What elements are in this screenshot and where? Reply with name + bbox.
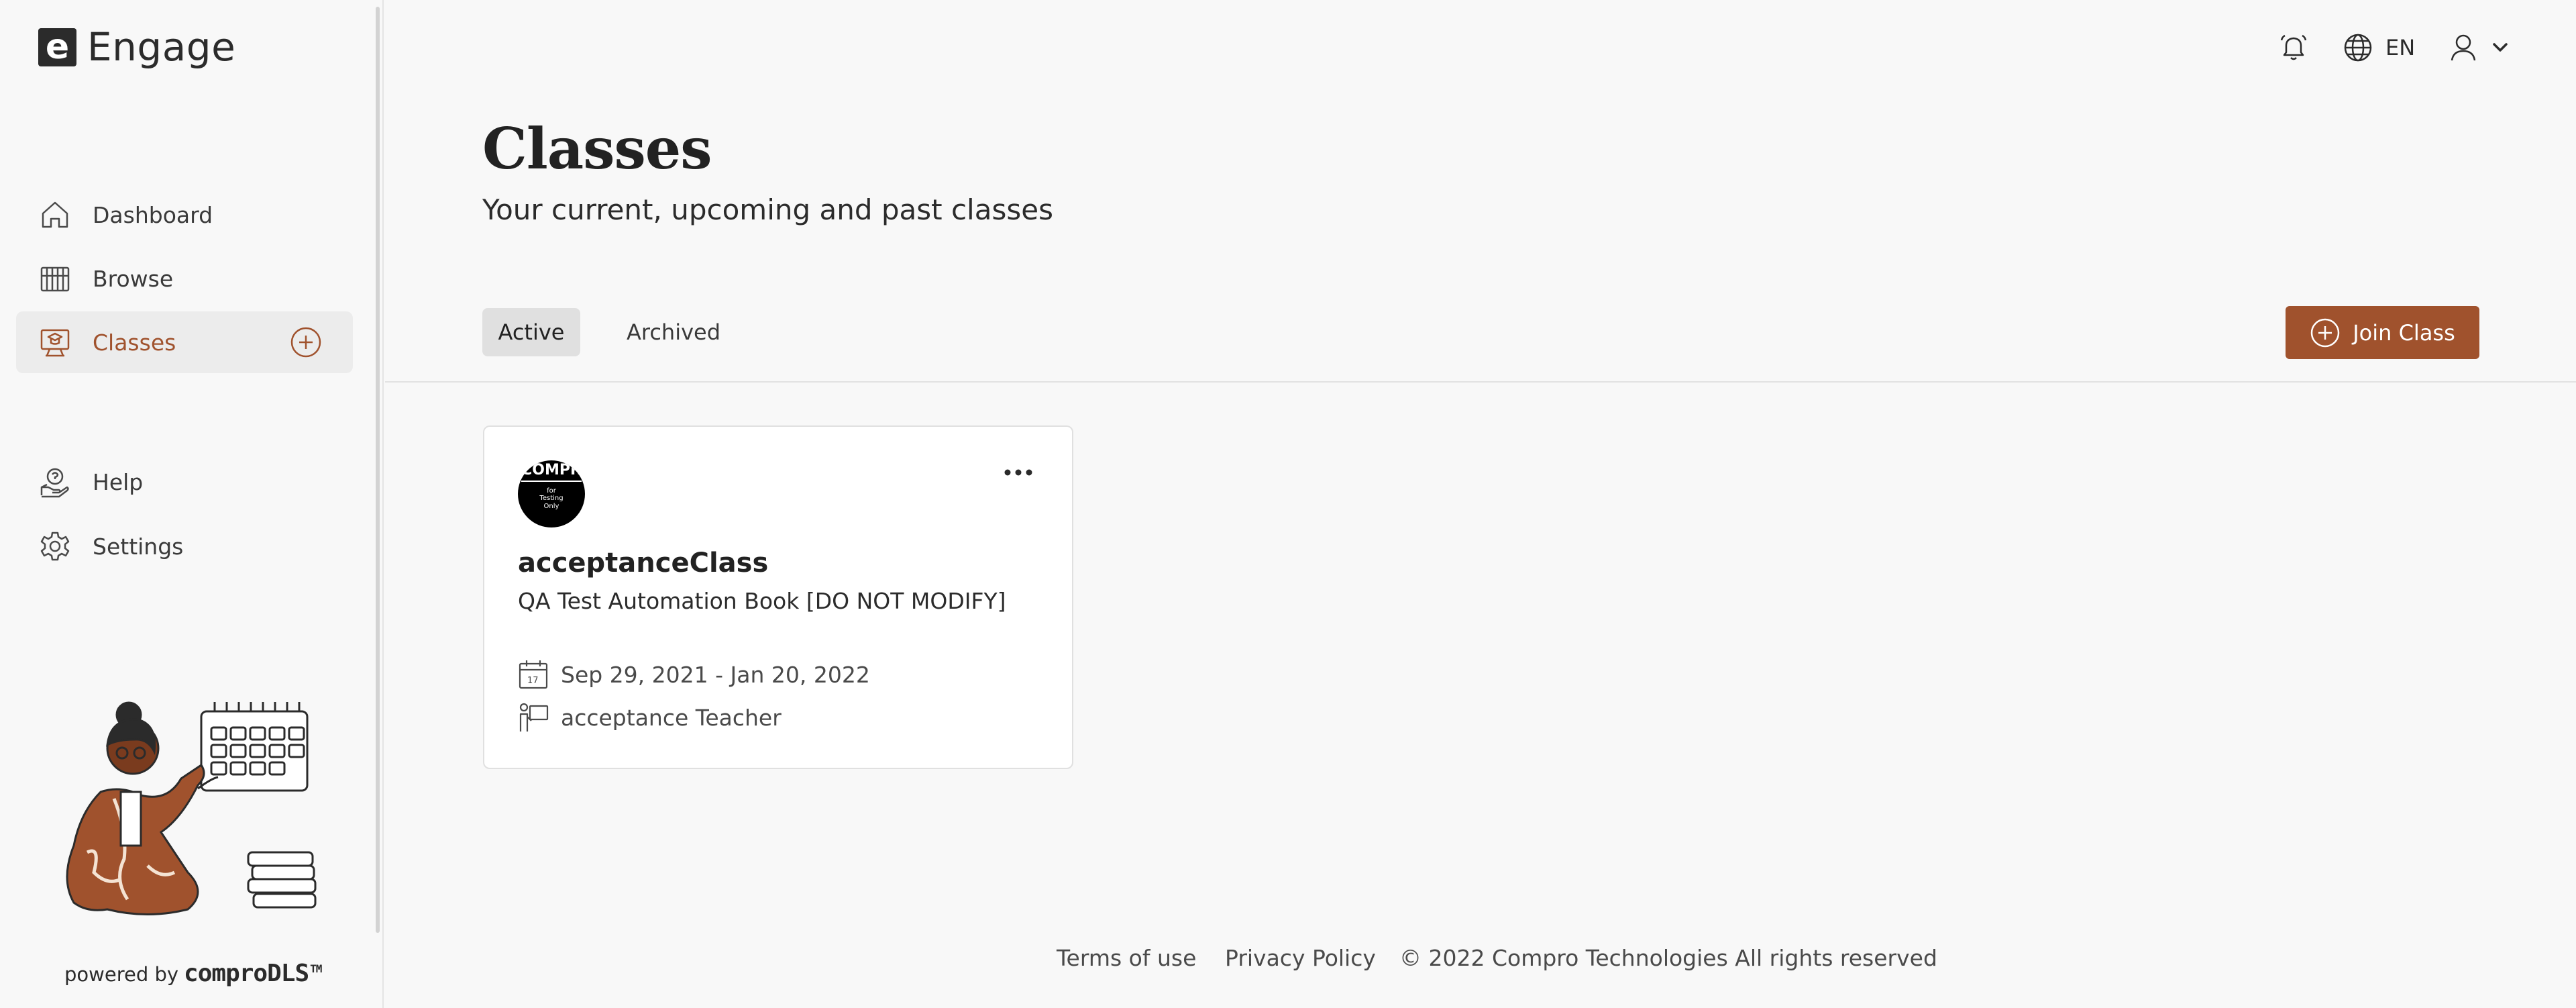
gear-icon: [38, 529, 72, 564]
user-icon[interactable]: [2449, 32, 2478, 64]
tabs-divider: [385, 381, 2576, 383]
sidebar-item-label: Classes: [93, 329, 176, 356]
home-icon: [38, 197, 72, 232]
sidebar-item-label: Dashboard: [93, 201, 213, 228]
sidebar-item-dashboard[interactable]: Dashboard: [16, 184, 353, 246]
page-subtitle: Your current, upcoming and past classes: [482, 193, 1053, 226]
class-teacher-text: acceptance Teacher: [561, 704, 782, 731]
calendar-icon: 17: [518, 659, 549, 690]
privacy-link[interactable]: Privacy Policy: [1225, 945, 1376, 971]
sidebar-item-classes[interactable]: Classes: [16, 311, 353, 373]
class-name[interactable]: acceptanceClass: [518, 548, 768, 578]
brand-text: comproDLS: [184, 960, 309, 987]
chevron-down-icon[interactable]: [2490, 39, 2510, 58]
add-class-icon[interactable]: [290, 326, 322, 358]
sidebar-item-browse[interactable]: Browse: [16, 248, 353, 309]
teacher-illustration: [47, 678, 329, 926]
class-card[interactable]: COMPR for Testing Only acceptanceClass QA …: [483, 425, 1073, 769]
sidebar-item-settings[interactable]: Settings: [16, 515, 353, 577]
compro-dls-logo: comproDLS TM: [184, 960, 322, 987]
plus-circle-icon: [2310, 317, 2341, 348]
powered-by-label: powered by: [64, 963, 179, 986]
bell-icon[interactable]: [2278, 32, 2309, 66]
library-icon: [38, 261, 72, 296]
join-class-label: Join Class: [2353, 319, 2455, 346]
avatar-subtext: for Testing Only: [539, 487, 564, 510]
classroom-icon: [38, 325, 72, 360]
terms-link[interactable]: Terms of use: [1057, 945, 1196, 971]
trademark: TM: [310, 962, 322, 975]
sidebar-item-label: Settings: [93, 533, 184, 560]
app-name: Engage: [87, 24, 236, 70]
help-icon: [38, 464, 72, 499]
powered-by: powered by comproDLS TM: [64, 960, 322, 987]
sidebar: e Engage Dashboard Browse Classes Help S…: [0, 0, 384, 1008]
class-avatar: COMPR for Testing Only: [518, 460, 585, 527]
sidebar-item-label: Browse: [93, 265, 174, 292]
tab-active[interactable]: Active: [482, 308, 580, 356]
class-dates: 17 Sep 29, 2021 - Jan 20, 2022: [518, 659, 870, 690]
page-title: Classes: [482, 115, 712, 182]
teacher-icon: [518, 702, 549, 733]
svg-text:17: 17: [527, 676, 539, 686]
copyright-text: © 2022 Compro Technologies All rights re…: [1399, 945, 1937, 971]
join-class-button[interactable]: Join Class: [2286, 306, 2479, 359]
app-logo[interactable]: e Engage: [38, 24, 235, 70]
sidebar-scrollbar[interactable]: [376, 7, 380, 933]
logo-mark: e: [38, 28, 76, 66]
sidebar-item-help[interactable]: Help: [16, 451, 353, 513]
class-dates-text: Sep 29, 2021 - Jan 20, 2022: [561, 661, 870, 688]
globe-icon[interactable]: [2343, 32, 2373, 66]
class-teacher: acceptance Teacher: [518, 702, 782, 733]
avatar-text: COMPR: [521, 462, 582, 482]
tab-archived[interactable]: Archived: [610, 308, 737, 356]
sidebar-item-label: Help: [93, 468, 144, 495]
class-book: QA Test Automation Book [DO NOT MODIFY]: [518, 588, 1006, 614]
language-selector[interactable]: EN: [2385, 35, 2415, 60]
more-options-icon[interactable]: [1004, 467, 1033, 478]
